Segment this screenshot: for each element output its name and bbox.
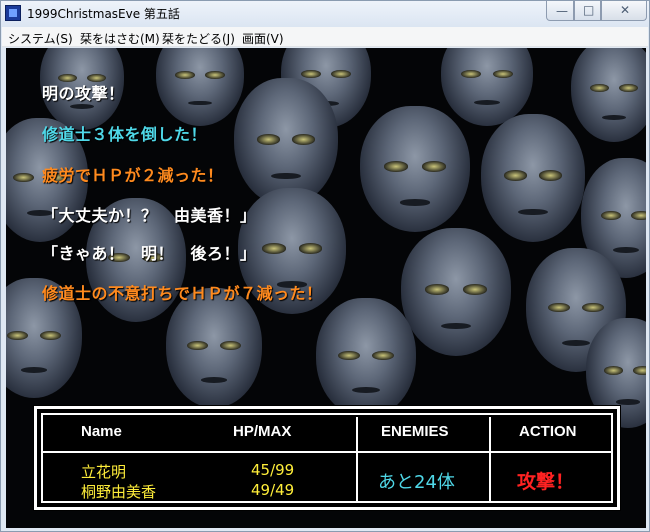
menu-bar: システム(S) 栞をはさむ(M) 栞をたどる(J) 画面(V) bbox=[2, 27, 648, 47]
maximize-button[interactable]: □ bbox=[574, 1, 601, 21]
battle-message-2: 修道士３体を倒した！ bbox=[42, 125, 208, 144]
battle-message-1: 明の攻撃！ bbox=[42, 84, 125, 103]
menu-screen[interactable]: 画面(V) bbox=[242, 30, 284, 47]
party-hp-1: 45/99 bbox=[251, 461, 295, 479]
body-divider bbox=[489, 453, 491, 503]
app-window: 1999ChristmasEve 第五話 — □ ✕ システム(S) 栞をはさむ… bbox=[0, 0, 650, 532]
action-command[interactable]: 攻撃！ bbox=[517, 467, 574, 494]
battle-message-4: 「大丈夫か！？ 由美香！」 bbox=[42, 206, 257, 225]
close-button[interactable]: ✕ bbox=[601, 1, 647, 21]
header-rule bbox=[43, 451, 611, 453]
enemies-header: ENEMIES bbox=[381, 423, 449, 440]
app-icon[interactable] bbox=[5, 5, 21, 21]
minimize-icon: — bbox=[556, 4, 568, 18]
status-panel: Name HP/MAX ENEMIES ACTION 立花明 桐野由美香 45/… bbox=[34, 406, 620, 510]
menu-system[interactable]: システム(S) bbox=[8, 30, 73, 47]
minimize-button[interactable]: — bbox=[546, 1, 574, 21]
maximize-icon: □ bbox=[583, 3, 595, 17]
body-divider bbox=[356, 453, 358, 503]
close-icon: ✕ bbox=[620, 3, 631, 17]
window-title: 1999ChristmasEve 第五話 bbox=[27, 7, 180, 21]
battle-message-3: 疲労でＨＰが２減った！ bbox=[42, 166, 224, 185]
title-bar[interactable]: 1999ChristmasEve 第五話 — □ ✕ bbox=[1, 1, 649, 27]
party-name-2: 桐野由美香 bbox=[81, 483, 157, 501]
menu-bookmark-set[interactable]: 栞をはさむ(M) bbox=[80, 30, 160, 47]
party-hp-2: 49/49 bbox=[251, 481, 295, 499]
hp-header: HP/MAX bbox=[233, 423, 292, 440]
header-divider bbox=[489, 417, 491, 451]
party-name-1: 立花明 bbox=[81, 463, 127, 481]
menu-bookmark-go[interactable]: 栞をたどる(J) bbox=[162, 30, 235, 47]
name-header: Name bbox=[81, 423, 122, 440]
action-header: ACTION bbox=[519, 423, 577, 440]
enemies-remaining: あと24体 bbox=[378, 472, 455, 493]
header-divider bbox=[356, 417, 358, 451]
battle-message-5: 「きゃあ！ 明！ 後ろ！」 bbox=[42, 244, 257, 263]
battle-message-6: 修道士の不意打ちでＨＰが７減った！ bbox=[42, 284, 323, 303]
game-screen[interactable]: 明の攻撃！ 修道士３体を倒した！ 疲労でＨＰが２減った！ 「大丈夫か！？ 由美香… bbox=[6, 48, 646, 528]
